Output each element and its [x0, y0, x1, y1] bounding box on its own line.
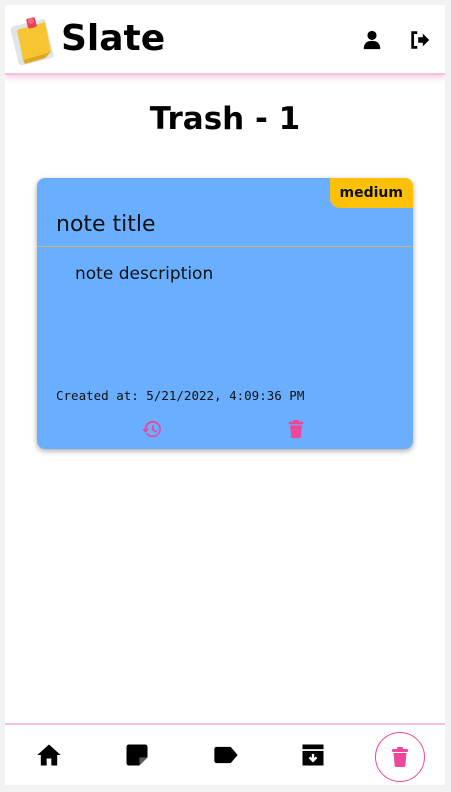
app-container: Slate Trash - 1 medium note title note d… — [5, 5, 445, 785]
app-header: Slate — [5, 5, 445, 75]
note-title: note title — [56, 212, 156, 237]
page-title-label: Trash — [149, 101, 245, 137]
archive-icon[interactable] — [299, 741, 327, 769]
note-divider — [37, 246, 413, 247]
trash-icon — [392, 747, 408, 768]
page-title-separator: - — [244, 101, 279, 137]
bottom-nav — [5, 723, 445, 785]
trash-icon[interactable] — [285, 418, 307, 440]
label-icon[interactable] — [212, 741, 240, 769]
home-icon[interactable] — [35, 741, 63, 769]
sticky-note-logo-icon[interactable] — [11, 14, 55, 68]
user-icon[interactable] — [361, 29, 383, 51]
page-title: Trash - 1 — [5, 99, 445, 139]
nav-trash-button[interactable] — [375, 732, 425, 782]
trash-count: 1 — [278, 101, 301, 137]
note-created-at: Created at: 5/21/2022, 4:09:36 PM — [56, 388, 305, 403]
brand-name: Slate — [61, 18, 166, 59]
notes-icon[interactable] — [123, 741, 151, 769]
logout-icon[interactable] — [409, 29, 431, 51]
note-description: note description — [75, 264, 214, 284]
note-card: medium note title note description Creat… — [37, 178, 413, 449]
priority-badge: medium — [329, 178, 413, 208]
restore-icon[interactable] — [141, 418, 163, 440]
